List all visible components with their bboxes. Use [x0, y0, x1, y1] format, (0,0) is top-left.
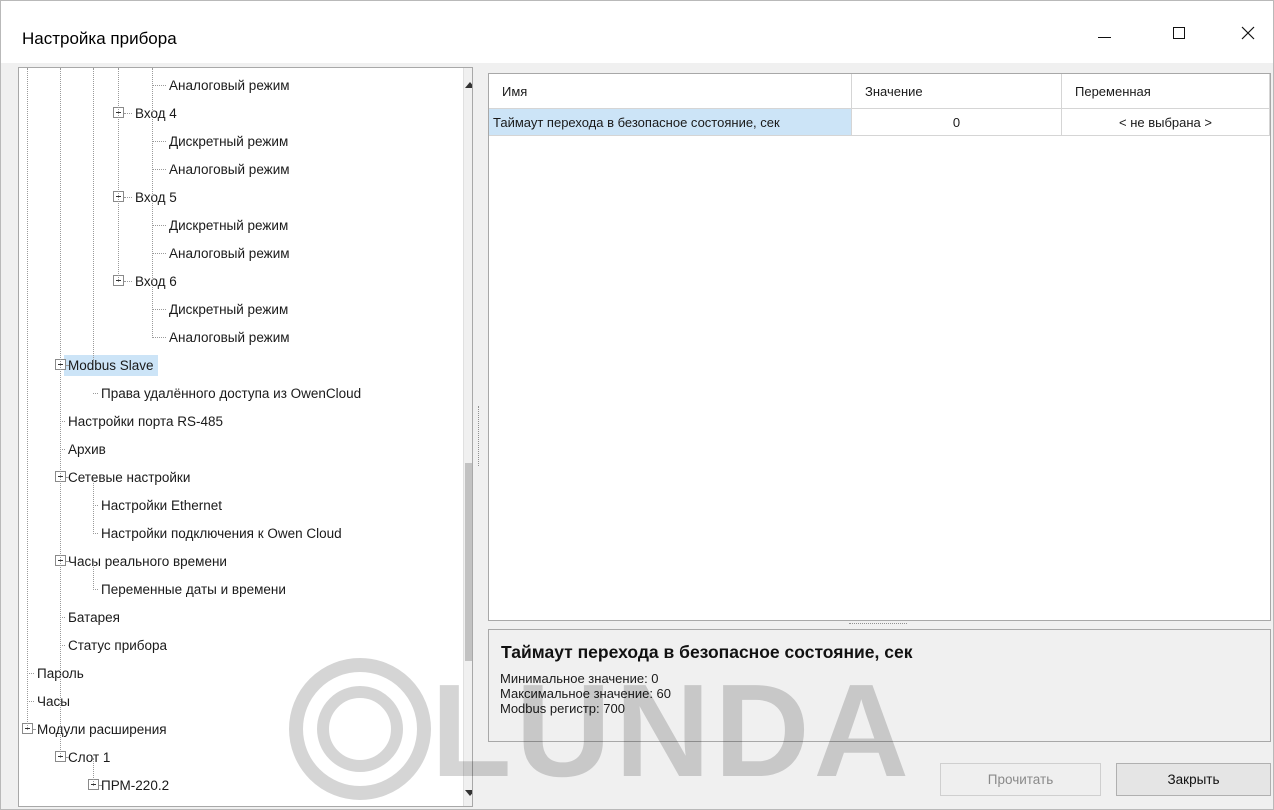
description-min-value: Минимальное значение: 0	[500, 671, 659, 686]
tree-item[interactable]: Часы реального времени	[68, 548, 227, 574]
title-bar: Настройка прибора	[1, 1, 1273, 63]
description-panel: Таймаут перехода в безопасное состояние,…	[488, 629, 1271, 742]
tree-guide-line	[93, 758, 94, 786]
table-row[interactable]: Таймаут перехода в безопасное состояние,…	[489, 109, 1270, 136]
tree-item[interactable]: Настройки Ethernet	[101, 492, 222, 518]
tree-connector	[33, 729, 35, 730]
tree-connector	[152, 141, 166, 142]
tree-connector	[124, 197, 132, 198]
tree-item[interactable]: Аналоговый режим	[169, 240, 290, 266]
close-icon	[1241, 26, 1255, 40]
tree-connector	[124, 281, 132, 282]
tree-item[interactable]: Переменные даты и времени	[101, 576, 286, 602]
tree-item[interactable]: Вход 4	[135, 100, 177, 126]
tree-connector	[124, 113, 132, 114]
scroll-down-button[interactable]	[464, 788, 472, 798]
close-button[interactable]: Закрыть	[1116, 763, 1271, 796]
tree-item[interactable]: ПРМ-220.2	[101, 772, 169, 798]
maximize-button[interactable]	[1156, 15, 1202, 51]
tree-item[interactable]: Аналоговый режим	[169, 156, 290, 182]
tree-guide-line	[93, 68, 94, 364]
parameters-grid[interactable]: Имя Значение Переменная Таймаут перехода…	[488, 73, 1271, 621]
minimize-button[interactable]	[1081, 15, 1127, 51]
description-title: Таймаут перехода в безопасное состояние,…	[501, 642, 913, 662]
tree-connector	[66, 757, 68, 758]
tree-connector	[152, 225, 166, 226]
minimize-icon	[1097, 36, 1111, 38]
tree-item[interactable]: Часы	[37, 688, 70, 714]
tree-item[interactable]: Модули расширения	[37, 716, 167, 742]
tree-guide-line	[93, 478, 94, 534]
tree-item[interactable]: Вход 5	[135, 184, 177, 210]
tree-connector	[152, 169, 166, 170]
description-modbus-register: Modbus регистр: 700	[500, 701, 625, 716]
tree-guide-line	[27, 68, 28, 730]
tree-item[interactable]: Дискретный режим	[169, 128, 288, 154]
tree-guide-line	[93, 562, 94, 590]
tree-connector	[152, 337, 166, 338]
cell-value[interactable]: 0	[852, 109, 1062, 136]
window-title: Настройка прибора	[22, 29, 177, 48]
tree-item[interactable]: Аналоговый режим	[169, 72, 290, 98]
tree-item[interactable]: Аналоговый режим	[169, 324, 290, 350]
tree-connector	[152, 85, 166, 86]
read-button[interactable]: Прочитать	[940, 763, 1101, 796]
tree-connector	[66, 561, 68, 562]
tree-connector	[27, 701, 34, 702]
vertical-splitter[interactable]	[478, 406, 480, 466]
tree-item[interactable]: Слот 1	[68, 744, 110, 770]
arrow-up-icon	[464, 82, 472, 88]
tree-connector	[27, 673, 34, 674]
arrow-down-icon	[464, 790, 472, 796]
tree-item[interactable]: Настройки подключения к Owen Cloud	[101, 520, 342, 546]
column-header-name[interactable]: Имя	[489, 74, 852, 109]
scroll-thumb[interactable]	[465, 463, 472, 661]
tree-item[interactable]: Дискретный режим	[169, 296, 288, 322]
tree-guide-line	[118, 68, 119, 282]
tree-item-modbus-slave[interactable]: Modbus Slave	[64, 352, 158, 378]
tree-connector	[152, 309, 166, 310]
settings-window: Настройка прибора Аналоговый режим Вход …	[0, 0, 1274, 810]
device-tree[interactable]: Аналоговый режим Вход 4 Дискретный режим…	[18, 67, 473, 807]
description-max-value: Максимальное значение: 60	[500, 686, 672, 701]
tree-connector	[99, 785, 101, 786]
maximize-icon	[1173, 27, 1185, 39]
tree-item[interactable]: Архив	[68, 436, 106, 462]
column-header-value[interactable]: Значение	[852, 74, 1062, 109]
tree-scrollbar[interactable]	[463, 68, 472, 806]
tree-guide-line	[60, 68, 61, 758]
tree-guide-line	[152, 68, 153, 338]
column-header-variable[interactable]: Переменная	[1062, 74, 1270, 109]
grid-header: Имя Значение Переменная	[489, 74, 1270, 109]
scroll-up-button[interactable]	[464, 80, 472, 90]
horizontal-splitter[interactable]	[849, 623, 907, 624]
tree-connector	[93, 393, 98, 394]
cell-name[interactable]: Таймаут перехода в безопасное состояние,…	[489, 109, 852, 136]
tree-connector	[66, 365, 68, 366]
tree-connector	[152, 253, 166, 254]
tree-connector	[66, 477, 68, 478]
tree-item[interactable]: Вход 6	[135, 268, 177, 294]
tree-item[interactable]: Батарея	[68, 604, 120, 630]
close-window-button[interactable]	[1225, 15, 1271, 51]
tree-item[interactable]: Дискретный режим	[169, 212, 288, 238]
tree-item[interactable]: Настройки порта RS-485	[68, 408, 223, 434]
cell-variable[interactable]: < не выбрана >	[1062, 109, 1270, 136]
tree-item[interactable]: Сетевые настройки	[68, 464, 190, 490]
tree-item[interactable]: Права удалённого доступа из OwenCloud	[101, 380, 361, 406]
tree-item[interactable]: Статус прибора	[68, 632, 167, 658]
